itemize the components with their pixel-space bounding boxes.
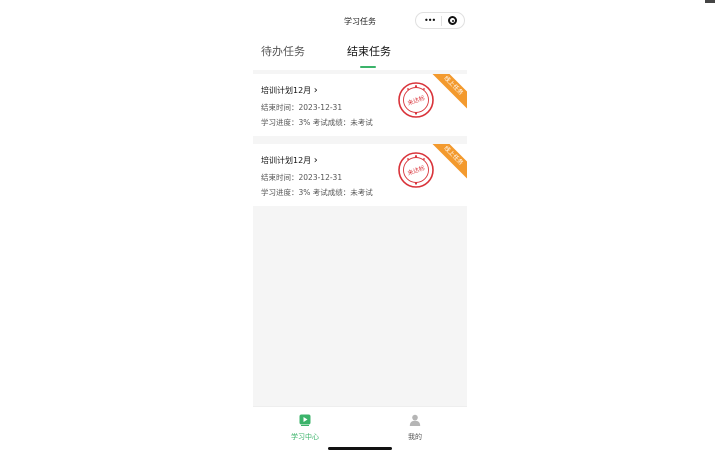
not-qualified-stamp-icon: 未达标 bbox=[398, 152, 434, 188]
task-title[interactable]: 培训计划12月 › bbox=[261, 85, 318, 96]
user-icon bbox=[409, 414, 421, 426]
tab-pending-tasks[interactable]: 待办任务 bbox=[261, 43, 305, 59]
mini-program-capsule: ••• bbox=[415, 12, 465, 29]
tab-finished-tasks[interactable]: 结束任务 bbox=[347, 43, 391, 59]
chevron-right-icon: › bbox=[313, 155, 318, 166]
task-progress: 学习进度：3% 考试成绩：未考试 bbox=[261, 118, 373, 127]
task-progress: 学习进度：3% 考试成绩：未考试 bbox=[261, 188, 373, 197]
task-title[interactable]: 培训计划12月 › bbox=[261, 155, 318, 166]
task-title-text: 培训计划12月 bbox=[261, 156, 312, 165]
chevron-right-icon: › bbox=[313, 85, 318, 96]
window-corner-mark bbox=[705, 0, 715, 3]
close-target-icon[interactable] bbox=[448, 16, 457, 25]
play-icon bbox=[299, 414, 311, 426]
capsule-divider bbox=[441, 16, 442, 26]
task-end-time: 结束时间：2023-12-31 bbox=[261, 173, 343, 182]
task-card[interactable]: 培训计划12月 › 结束时间：2023-12-31 学习进度：3% 考试成绩：未… bbox=[253, 144, 467, 206]
nav-learning-center[interactable]: 学习中心 bbox=[275, 411, 335, 442]
task-end-time: 结束时间：2023-12-31 bbox=[261, 103, 343, 112]
app-header: 学习任务 ••• bbox=[253, 0, 467, 40]
nav-label: 学习中心 bbox=[291, 433, 319, 441]
bottom-navigation: 学习中心 我的 bbox=[253, 406, 467, 450]
mobile-app-frame: 学习任务 ••• 待办任务 结束任务 培训计划12月 › 结束时间：2023-1… bbox=[253, 0, 467, 450]
nav-label: 我的 bbox=[408, 433, 422, 441]
task-card[interactable]: 培训计划12月 › 结束时间：2023-12-31 学习进度：3% 考试成绩：未… bbox=[253, 74, 467, 136]
stamp-text: 未达标 bbox=[406, 94, 426, 108]
more-icon[interactable]: ••• bbox=[424, 17, 436, 25]
task-title-text: 培训计划12月 bbox=[261, 86, 312, 95]
task-tabs: 待办任务 结束任务 bbox=[253, 40, 467, 70]
nav-mine[interactable]: 我的 bbox=[385, 411, 445, 442]
active-tab-indicator bbox=[360, 66, 376, 68]
not-qualified-stamp-icon: 未达标 bbox=[398, 82, 434, 118]
stamp-text: 未达标 bbox=[406, 164, 426, 178]
